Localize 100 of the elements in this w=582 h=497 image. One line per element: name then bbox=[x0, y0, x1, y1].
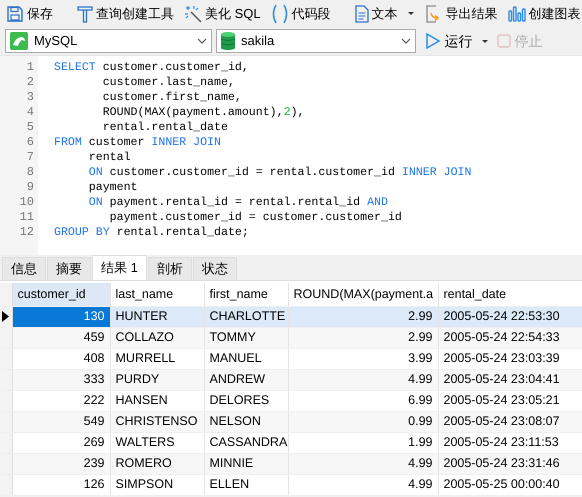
result-tab[interactable]: 摘要 bbox=[47, 257, 91, 280]
table-cell: 126 bbox=[12, 474, 110, 495]
result-tab[interactable]: 信息 bbox=[2, 257, 46, 280]
parentheses-icon bbox=[270, 4, 289, 24]
code-line: customer.first_name, bbox=[102, 90, 242, 105]
code-line: FROM customer INNER JOIN bbox=[54, 135, 221, 150]
table-cell: 130 bbox=[12, 306, 110, 327]
line-number: 8 bbox=[26, 165, 35, 180]
column-header[interactable]: ROUND(MAX(payment.a bbox=[288, 283, 438, 306]
table-cell: 2005-05-24 23:08:07 bbox=[438, 411, 582, 432]
code-line: GROUP BY rental.rental_date; bbox=[54, 225, 249, 240]
table-cell: MURRELL bbox=[110, 348, 204, 369]
run-button[interactable]: 运行 bbox=[423, 29, 492, 53]
line-number: 4 bbox=[26, 105, 35, 120]
text-menu-button[interactable]: 文本 bbox=[352, 2, 417, 26]
beautify-sql-button[interactable]: 美化 SQL bbox=[182, 2, 263, 26]
result-tab[interactable]: 状态 bbox=[192, 257, 237, 280]
table-cell: TOMMY bbox=[204, 327, 288, 348]
table-cell: 4.99 bbox=[288, 453, 438, 474]
column-header[interactable]: customer_id bbox=[12, 283, 110, 306]
code-line: SELECT customer.customer_id, bbox=[54, 60, 249, 75]
play-icon bbox=[425, 32, 442, 50]
code-line: ON payment.rental_id = rental.rental_id AND bbox=[88, 195, 388, 210]
chevron-icon bbox=[197, 38, 207, 44]
table-cell: 269 bbox=[12, 432, 110, 453]
table-cell: 2005-05-24 23:03:39 bbox=[438, 348, 582, 369]
table-cell: CHRISTENSO bbox=[110, 411, 204, 432]
chevron-icon bbox=[401, 38, 411, 44]
table-cell: 2.99 bbox=[288, 306, 438, 327]
query-builder-button[interactable]: 查询创建工具 bbox=[75, 2, 176, 26]
table-cell: 2005-05-24 23:31:46 bbox=[438, 453, 582, 474]
code-line: payment.customer_id = customer.customer_id bbox=[108, 210, 402, 225]
line-number: 3 bbox=[26, 90, 35, 105]
table-cell: 2005-05-24 22:54:33 bbox=[438, 327, 582, 348]
table-cell: CHARLOTTE bbox=[204, 306, 288, 327]
code-line: payment bbox=[88, 180, 138, 195]
table-cell: 408 bbox=[12, 348, 110, 369]
table-cell: NELSON bbox=[204, 411, 288, 432]
line-number: 5 bbox=[26, 120, 35, 135]
magic-wand-icon bbox=[184, 4, 202, 22]
code-line: ON customer.customer_id = rental.customer_id INNER JOIN bbox=[88, 165, 472, 180]
table-cell: COLLAZO bbox=[110, 327, 204, 348]
caret-icon bbox=[481, 38, 490, 44]
row-pointer-icon bbox=[2, 311, 9, 322]
table-cell: 4.99 bbox=[288, 474, 438, 495]
line-number: 10 bbox=[18, 195, 35, 210]
code-line: ROUND(MAX(payment.amount),2), bbox=[102, 105, 304, 120]
table-cell: ANDREW bbox=[204, 369, 288, 390]
connection-select[interactable]: MySQL bbox=[5, 29, 212, 53]
table-cell: 2005-05-24 22:53:30 bbox=[438, 306, 582, 327]
table-cell: ELLEN bbox=[204, 474, 288, 495]
table-cell: HANSEN bbox=[110, 390, 204, 411]
table-cell: 2005-05-24 23:04:41 bbox=[438, 369, 582, 390]
save-icon bbox=[6, 4, 24, 22]
table-cell: 2005-05-25 00:00:40 bbox=[438, 474, 582, 495]
connection-icon bbox=[10, 32, 28, 50]
table-cell: DELORES bbox=[204, 390, 288, 411]
table-cell: MINNIE bbox=[204, 453, 288, 474]
table-cell: MANUEL bbox=[204, 348, 288, 369]
result-tab[interactable]: 剖析 bbox=[148, 257, 192, 280]
create-chart-button[interactable]: 创建图表 bbox=[506, 2, 582, 26]
column-header[interactable]: last_name bbox=[110, 283, 204, 306]
code-line: rental.rental_date bbox=[102, 120, 228, 135]
line-number: 7 bbox=[26, 150, 35, 165]
caret-icon bbox=[406, 11, 415, 16]
result-tab[interactable]: 结果 1 bbox=[92, 255, 147, 280]
column-header[interactable]: first_name bbox=[204, 283, 288, 306]
table-cell: 6.99 bbox=[288, 390, 438, 411]
column-header[interactable]: rental_date bbox=[438, 283, 582, 306]
line-number: 2 bbox=[26, 75, 35, 90]
table-cell: CASSANDRA bbox=[204, 432, 288, 453]
table-cell: 3.99 bbox=[288, 348, 438, 369]
export-results-button[interactable]: 导出结果 bbox=[422, 2, 500, 26]
table-cell: 2005-05-24 23:11:53 bbox=[438, 432, 582, 453]
table-cell: 0.99 bbox=[288, 411, 438, 432]
database-select[interactable]: sakila bbox=[216, 29, 416, 53]
stop-icon bbox=[497, 34, 512, 48]
database-icon bbox=[221, 32, 235, 50]
table-cell: ROMERO bbox=[110, 453, 204, 474]
line-number: 12 bbox=[18, 225, 35, 240]
snippet-button[interactable]: 代码段 bbox=[268, 2, 333, 26]
table-cell: 459 bbox=[12, 327, 110, 348]
line-number: 6 bbox=[26, 135, 35, 150]
table-cell: 222 bbox=[12, 390, 110, 411]
line-number: 1 bbox=[26, 60, 35, 75]
code-line: rental bbox=[88, 150, 131, 165]
line-number: 11 bbox=[18, 210, 35, 225]
table-cell: WALTERS bbox=[110, 432, 204, 453]
table-cell: 2005-05-24 23:05:21 bbox=[438, 390, 582, 411]
table-cell: 2.99 bbox=[288, 327, 438, 348]
table-cell: 4.99 bbox=[288, 369, 438, 390]
document-icon bbox=[354, 4, 369, 22]
line-number: 9 bbox=[26, 180, 35, 195]
table-cell: HUNTER bbox=[110, 306, 204, 327]
table-cell: SIMPSON bbox=[110, 474, 204, 495]
save-button[interactable]: 保存 bbox=[4, 2, 55, 26]
bar-chart-icon bbox=[508, 4, 526, 22]
table-cell: 549 bbox=[12, 411, 110, 432]
table-cell: 1.99 bbox=[288, 432, 438, 453]
table-cell: PURDY bbox=[110, 369, 204, 390]
